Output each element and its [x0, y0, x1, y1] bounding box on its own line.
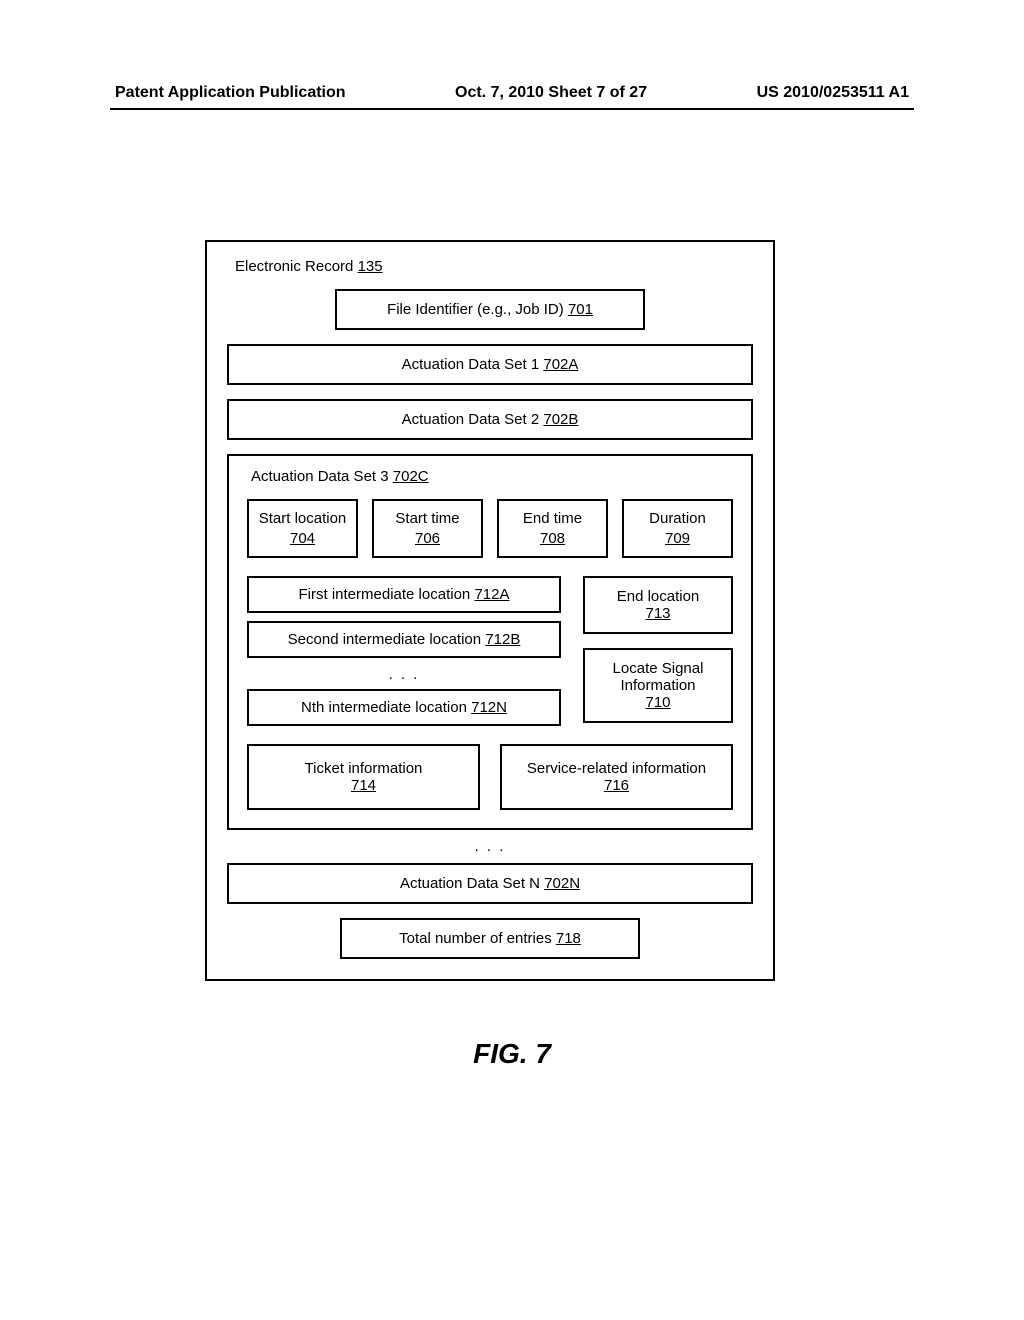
- electronic-record: Electronic Record 135 File Identifier (e…: [205, 240, 775, 981]
- file-identifier-ref: 701: [568, 301, 593, 318]
- actuation-set-1-text: Actuation Data Set 1: [402, 356, 540, 373]
- actuation-set-n-text: Actuation Data Set N: [400, 875, 540, 892]
- file-identifier: File Identifier (e.g., Job ID) 701: [335, 289, 645, 330]
- header-right: US 2010/0253511 A1: [757, 84, 909, 102]
- start-time-ref: 706: [415, 530, 440, 547]
- second-intermediate-text: Second intermediate location: [288, 631, 481, 648]
- total-entries: Total number of entries 718: [340, 918, 640, 959]
- end-time-text: End time: [523, 510, 582, 527]
- record-title: Electronic Record 135: [235, 258, 753, 275]
- intermediate-dots: . . .: [247, 666, 561, 683]
- locate-signal-ref: 710: [645, 694, 670, 711]
- locate-signal-text: Locate Signal Information: [613, 660, 704, 694]
- record-title-text: Electronic Record: [235, 258, 353, 275]
- service-text: Service-related information: [527, 760, 706, 777]
- nth-intermediate-location: Nth intermediate location 712N: [247, 689, 561, 726]
- actuation-set-1-ref: 702A: [543, 356, 578, 373]
- actuation-set-3: Actuation Data Set 3 702C Start location…: [227, 454, 753, 830]
- ticket-text: Ticket information: [305, 760, 423, 777]
- duration-text: Duration: [649, 510, 706, 527]
- header-rule: [110, 108, 914, 110]
- first-intermediate-text: First intermediate location: [299, 586, 471, 603]
- ticket-ref: 714: [351, 777, 376, 794]
- locate-signal-information: Locate Signal Information 710: [583, 648, 733, 723]
- end-time-ref: 708: [540, 530, 565, 547]
- total-entries-ref: 718: [556, 930, 581, 947]
- end-location-text: End location: [617, 588, 700, 605]
- nth-intermediate-text: Nth intermediate location: [301, 699, 467, 716]
- between-dots: . . .: [227, 838, 753, 855]
- start-location-ref: 704: [290, 530, 315, 547]
- actuation-set-2-text: Actuation Data Set 2: [402, 411, 540, 428]
- start-time: Start time 706: [372, 499, 483, 558]
- first-intermediate-location: First intermediate location 712A: [247, 576, 561, 613]
- service-ref: 716: [604, 777, 629, 794]
- ticket-information: Ticket information 714: [247, 744, 480, 810]
- figure-label: FIG. 7: [0, 1038, 1024, 1070]
- end-time: End time 708: [497, 499, 608, 558]
- actuation-set-3-title: Actuation Data Set 3 702C: [251, 468, 733, 485]
- actuation-set-2: Actuation Data Set 2 702B: [227, 399, 753, 440]
- start-time-text: Start time: [395, 510, 459, 527]
- actuation-set-n-ref: 702N: [544, 875, 580, 892]
- end-location-ref: 713: [645, 605, 670, 622]
- header-middle: Oct. 7, 2010 Sheet 7 of 27: [346, 84, 757, 102]
- actuation-set-3-ref: 702C: [393, 468, 429, 485]
- second-intermediate-ref: 712B: [485, 631, 520, 648]
- actuation-set-1: Actuation Data Set 1 702A: [227, 344, 753, 385]
- total-entries-text: Total number of entries: [399, 930, 552, 947]
- actuation-set-2-ref: 702B: [543, 411, 578, 428]
- file-identifier-text: File Identifier (e.g., Job ID): [387, 301, 564, 318]
- first-intermediate-ref: 712A: [474, 586, 509, 603]
- header-left: Patent Application Publication: [115, 84, 346, 102]
- start-location-text: Start location: [259, 510, 347, 527]
- nth-intermediate-ref: 712N: [471, 699, 507, 716]
- end-location: End location 713: [583, 576, 733, 634]
- start-location: Start location 704: [247, 499, 358, 558]
- duration: Duration 709: [622, 499, 733, 558]
- service-related-information: Service-related information 716: [500, 744, 733, 810]
- second-intermediate-location: Second intermediate location 712B: [247, 621, 561, 658]
- duration-ref: 709: [665, 530, 690, 547]
- actuation-set-3-text: Actuation Data Set 3: [251, 468, 389, 485]
- record-title-ref: 135: [358, 258, 383, 275]
- actuation-set-n: Actuation Data Set N 702N: [227, 863, 753, 904]
